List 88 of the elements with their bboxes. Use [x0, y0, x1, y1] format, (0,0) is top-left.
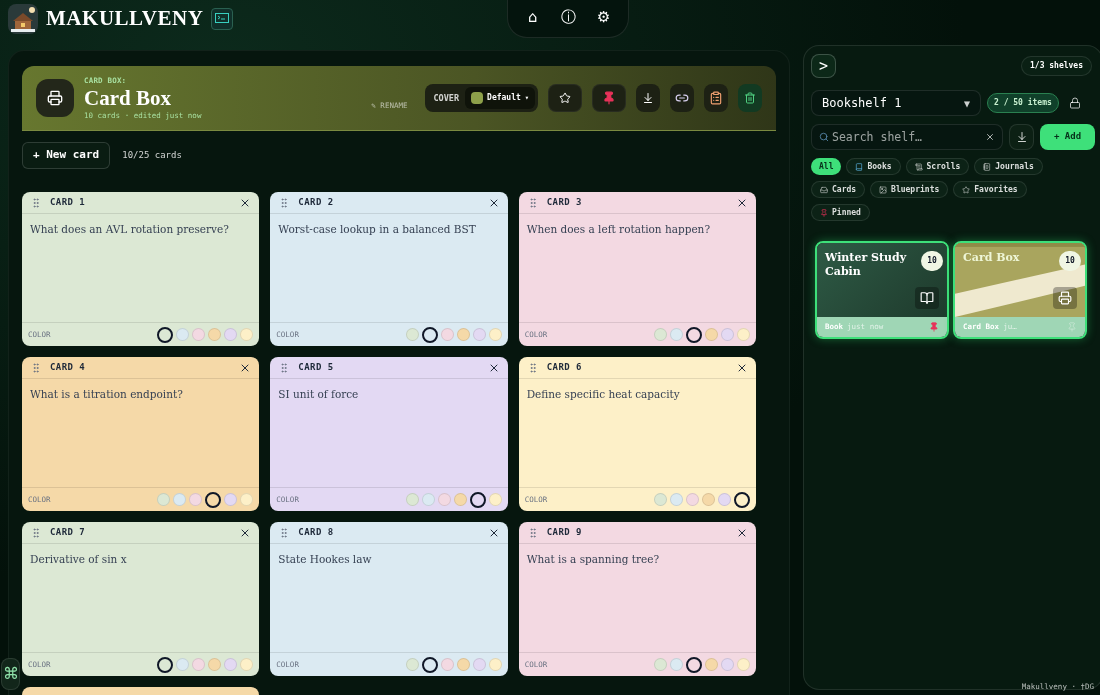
card-text[interactable]: Worst-case lookup in a balanced BST [270, 214, 508, 322]
card-text[interactable]: What is a spanning tree? [518, 544, 756, 652]
pin-icon[interactable] [929, 322, 939, 332]
filter-chip[interactable]: Blueprints [870, 181, 949, 198]
color-swatch[interactable] [469, 491, 486, 508]
card-text[interactable]: State Hookes law [270, 544, 508, 652]
card-count: 10/25 cards [122, 148, 182, 162]
terminal-icon[interactable] [211, 8, 234, 30]
box-title: Card Box [84, 86, 172, 110]
card-box-icon [1058, 291, 1072, 305]
color-swatch[interactable] [157, 326, 174, 343]
card-text[interactable]: Define specific heat capacity [518, 379, 756, 487]
shelves-badge: 1/3 shelves [1021, 56, 1092, 76]
journal-icon [983, 162, 992, 171]
filter-chip[interactable]: Books [846, 158, 901, 175]
filter-chip[interactable]: Journals [974, 158, 1043, 175]
drag-handle-icon[interactable] [30, 196, 42, 209]
star-icon [559, 92, 571, 104]
color-swatch[interactable] [686, 656, 702, 673]
link-icon [675, 91, 689, 105]
card-title: CARD 6 [546, 360, 582, 374]
search-icon [819, 132, 829, 142]
clipboard-icon [709, 91, 723, 105]
nav-button[interactable]: ⌂ [521, 6, 544, 29]
cover-swatch [471, 92, 484, 104]
blueprint-icon [879, 185, 888, 194]
items-badge: 2 / 50 items [987, 93, 1059, 113]
card-title: CARD 7 [50, 525, 86, 539]
star-icon [962, 185, 971, 194]
count-badge: 10 [921, 251, 943, 271]
pin-icon [602, 91, 616, 105]
filter-chip[interactable]: Favorites [953, 181, 1027, 198]
color-swatch[interactable] [421, 656, 438, 673]
drag-handle-icon[interactable] [30, 361, 42, 374]
color-swatch[interactable] [734, 491, 750, 508]
book-icon [920, 291, 934, 305]
filter-chip[interactable]: Cards [811, 181, 866, 198]
clear-icon[interactable] [985, 132, 996, 142]
app-logo [8, 4, 38, 34]
drag-handle-icon[interactable] [30, 526, 42, 539]
card-text[interactable]: Derivative of sin x [22, 544, 260, 652]
favorite-button[interactable] [548, 84, 582, 112]
add-button[interactable]: + Add [1040, 124, 1095, 150]
card-title: CARD 3 [546, 195, 582, 209]
download-button[interactable] [636, 84, 660, 112]
card-title: CARD 4 [50, 360, 86, 374]
toggle-button[interactable]: > [811, 54, 836, 78]
cards-icon [820, 185, 828, 194]
nav-button[interactable]: ⓘ [557, 6, 580, 29]
card-box-icon [47, 90, 63, 106]
card-title: CARD 9 [546, 525, 582, 539]
color-swatch[interactable] [205, 491, 222, 508]
trash-icon [744, 92, 756, 104]
filter-chip[interactable]: All [811, 158, 842, 175]
command-button[interactable]: ⌘ [1, 658, 20, 690]
card-text[interactable]: What is a titration endpoint? [22, 379, 260, 487]
search-field[interactable]: Search shelf… [811, 124, 1004, 150]
app-title: MAKULLVENY [46, 5, 204, 33]
pin-button[interactable] [592, 84, 626, 112]
pin-icon[interactable] [1067, 322, 1077, 332]
color-swatch[interactable] [686, 326, 702, 343]
download-icon [642, 92, 654, 104]
filter-chip[interactable]: Pinned [811, 204, 870, 221]
sort-button[interactable] [1009, 124, 1034, 150]
download-icon [1015, 131, 1028, 143]
card-title: CARD 1 [50, 195, 86, 209]
delete-button[interactable] [738, 84, 762, 112]
card-title: CARD 2 [298, 195, 334, 209]
lock-icon[interactable] [1068, 97, 1081, 109]
clipboard-button[interactable] [704, 84, 728, 112]
nav-button[interactable]: ⚙ [592, 6, 615, 29]
card-text[interactable]: When does a left rotation happen? [518, 214, 756, 322]
card-title: CARD 8 [298, 525, 334, 539]
shelf-item-title: Card Box [963, 251, 1021, 266]
shelf-select[interactable]: Bookshelf 1 ▼ [811, 90, 981, 116]
card-title: CARD 5 [298, 360, 334, 374]
card-text[interactable]: What does an AVL rotation preserve? [22, 214, 260, 322]
color-swatch[interactable] [421, 326, 438, 343]
link-button[interactable] [670, 84, 694, 112]
shelf-item-title: Winter Study Cabin [825, 251, 908, 279]
card-text[interactable]: SI unit of force [270, 379, 508, 487]
book-icon [855, 162, 864, 171]
new-card-button[interactable]: + New card [22, 142, 111, 169]
filter-chip[interactable]: Scrolls [905, 158, 970, 175]
cover-label: COVER [433, 91, 460, 105]
pin-icon [820, 208, 828, 217]
color-swatch[interactable] [157, 656, 174, 673]
scroll-icon [914, 162, 923, 171]
